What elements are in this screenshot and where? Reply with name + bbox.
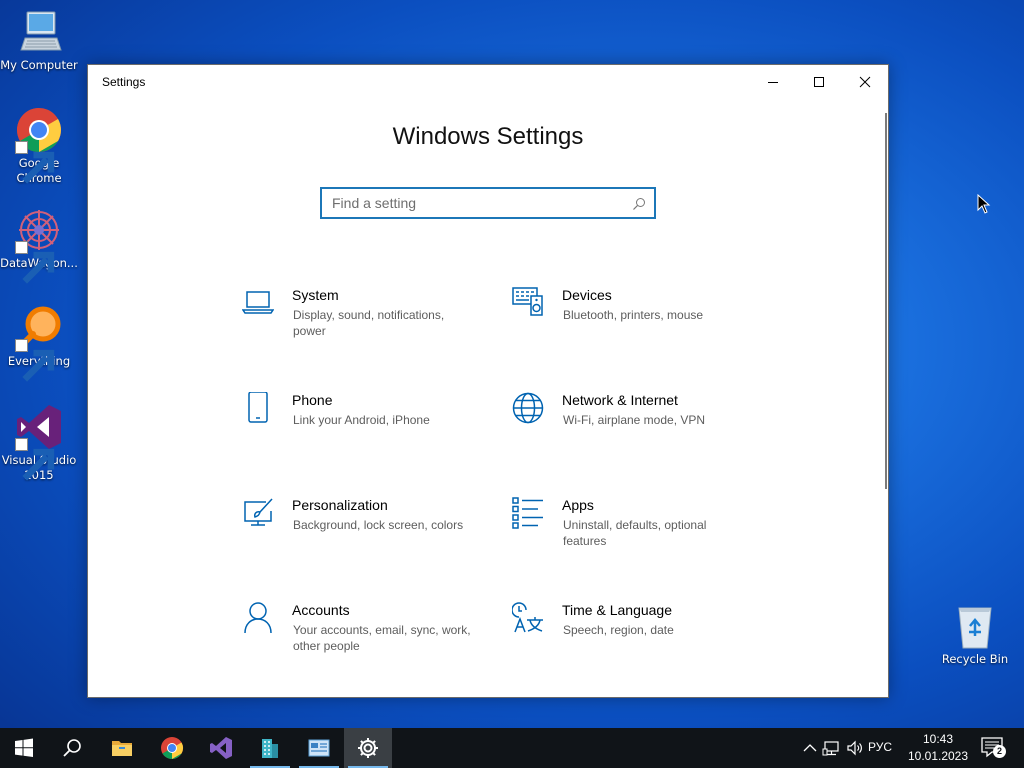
chrome-icon bbox=[161, 737, 183, 759]
tile-title: Personalization bbox=[292, 497, 388, 513]
show-hidden-icons-chevron-up-icon[interactable] bbox=[800, 738, 820, 758]
close-button[interactable] bbox=[842, 65, 888, 99]
visual-studio-icon bbox=[15, 403, 63, 481]
tile-title: Apps bbox=[562, 497, 594, 513]
visual-studio-icon bbox=[210, 737, 232, 759]
tile-time-language[interactable]: Time & Language Speech, region, date bbox=[511, 602, 762, 672]
tile-description: Wi-Fi, airplane mode, VPN bbox=[563, 413, 706, 427]
taskbar-settings[interactable] bbox=[344, 728, 392, 768]
globe-icon bbox=[512, 392, 544, 424]
tile-devices[interactable]: Devices Bluetooth, printers, mouse bbox=[512, 287, 762, 357]
network-icon[interactable] bbox=[822, 738, 842, 758]
tile-accounts[interactable]: Accounts Your accounts, email, sync, wor… bbox=[242, 602, 492, 672]
clock[interactable]: 10:43 10.01.2023 bbox=[904, 731, 972, 765]
tile-title: Phone bbox=[292, 392, 333, 408]
maximize-icon bbox=[814, 77, 824, 87]
phone-icon bbox=[242, 391, 274, 424]
clock-time: 10:43 bbox=[922, 732, 954, 746]
building-icon bbox=[262, 739, 278, 758]
title-bar[interactable]: Settings bbox=[88, 65, 888, 99]
desktop-icon-my-computer[interactable]: My Computer bbox=[0, 8, 78, 73]
devices-icon bbox=[512, 287, 544, 319]
tile-title: Network & Internet bbox=[562, 392, 678, 408]
tile-description: Link your Android, iPhone bbox=[293, 413, 430, 427]
desktop-icon-recycle-bin[interactable]: Recycle Bin bbox=[936, 602, 1014, 667]
tile-description: Your accounts, email, sync, work, other … bbox=[293, 623, 471, 653]
settings-window: Settings Windows Settings System Display… bbox=[87, 64, 889, 698]
desktop-icon-google-chrome[interactable]: Google Chrome bbox=[0, 106, 78, 186]
minimize-icon bbox=[768, 82, 778, 83]
recycle-bin-icon bbox=[951, 602, 999, 650]
taskbar-building-app[interactable] bbox=[246, 728, 294, 768]
tile-phone[interactable]: Phone Link your Android, iPhone bbox=[242, 391, 492, 462]
tile-title: Devices bbox=[562, 287, 612, 303]
laptop-icon bbox=[241, 287, 275, 319]
tile-description: Bluetooth, printers, mouse bbox=[563, 308, 704, 322]
tile-description: Display, sound, notifications, power bbox=[293, 308, 445, 338]
taskbar-visual-studio[interactable] bbox=[197, 728, 245, 768]
shortcut-arrow-icon bbox=[15, 339, 55, 382]
action-center-button[interactable]: 2 bbox=[980, 736, 1008, 760]
desktop-icon-label: Recycle Bin bbox=[941, 652, 1009, 666]
tile-title: Time & Language bbox=[562, 602, 672, 618]
taskbar-chrome[interactable] bbox=[148, 728, 196, 768]
windows-logo-icon bbox=[15, 738, 33, 757]
tile-system[interactable]: System Display, sound, notifications, po… bbox=[241, 287, 492, 357]
maximize-button[interactable] bbox=[796, 65, 842, 99]
desktop-icon-everything[interactable]: Everything bbox=[0, 304, 78, 382]
computer-icon bbox=[15, 8, 63, 56]
volume-icon[interactable] bbox=[845, 738, 865, 758]
taskbar-file-explorer[interactable] bbox=[98, 728, 146, 768]
taskbar-app-window[interactable] bbox=[295, 728, 343, 768]
search-button[interactable] bbox=[48, 728, 96, 768]
person-icon bbox=[242, 602, 274, 634]
tile-description: Uninstall, defaults, optional features bbox=[563, 518, 707, 548]
search-input[interactable] bbox=[332, 194, 622, 212]
window-title: Settings bbox=[102, 75, 146, 89]
mouse-cursor-icon bbox=[977, 194, 991, 214]
app-window-icon bbox=[308, 739, 330, 757]
search-box[interactable] bbox=[320, 187, 656, 219]
search-icon[interactable] bbox=[632, 196, 646, 210]
desktop-icon-label: My Computer bbox=[0, 58, 78, 72]
clock-date: 10.01.2023 bbox=[907, 749, 969, 763]
taskbar: РУС 10:43 10.01.2023 2 bbox=[0, 728, 1024, 768]
chrome-icon bbox=[15, 106, 63, 184]
desktop-icon-datawagon[interactable]: DataWagon... bbox=[0, 206, 78, 284]
search-icon bbox=[63, 739, 81, 757]
notification-count-badge: 2 bbox=[993, 745, 1006, 758]
tile-title: System bbox=[292, 287, 339, 303]
time-language-icon bbox=[511, 602, 544, 634]
start-button[interactable] bbox=[0, 728, 48, 768]
close-icon bbox=[859, 76, 871, 88]
shortcut-arrow-icon bbox=[15, 438, 55, 481]
minimize-button[interactable] bbox=[750, 65, 796, 99]
tile-description: Background, lock screen, colors bbox=[293, 518, 464, 532]
folder-icon bbox=[112, 741, 132, 756]
shortcut-arrow-icon bbox=[15, 141, 55, 184]
page-title: Windows Settings bbox=[392, 123, 584, 150]
tile-title: Accounts bbox=[292, 602, 350, 618]
tile-description: Speech, region, date bbox=[563, 623, 674, 637]
shortcut-arrow-icon bbox=[15, 241, 55, 284]
input-language[interactable]: РУС bbox=[868, 740, 892, 754]
paintbrush-icon bbox=[242, 497, 274, 529]
scrollbar[interactable] bbox=[885, 113, 887, 489]
apps-list-icon bbox=[512, 497, 544, 529]
desktop-icon-visual-studio[interactable]: Visual Studio 2015 bbox=[0, 403, 78, 483]
tile-apps[interactable]: Apps Uninstall, defaults, optional featu… bbox=[512, 497, 762, 567]
gear-icon bbox=[358, 738, 378, 758]
datawagon-icon bbox=[15, 206, 63, 284]
tile-personalization[interactable]: Personalization Background, lock screen,… bbox=[242, 497, 492, 567]
magnifier-icon bbox=[15, 304, 63, 382]
tile-network-internet[interactable]: Network & Internet Wi-Fi, airplane mode,… bbox=[512, 392, 762, 462]
